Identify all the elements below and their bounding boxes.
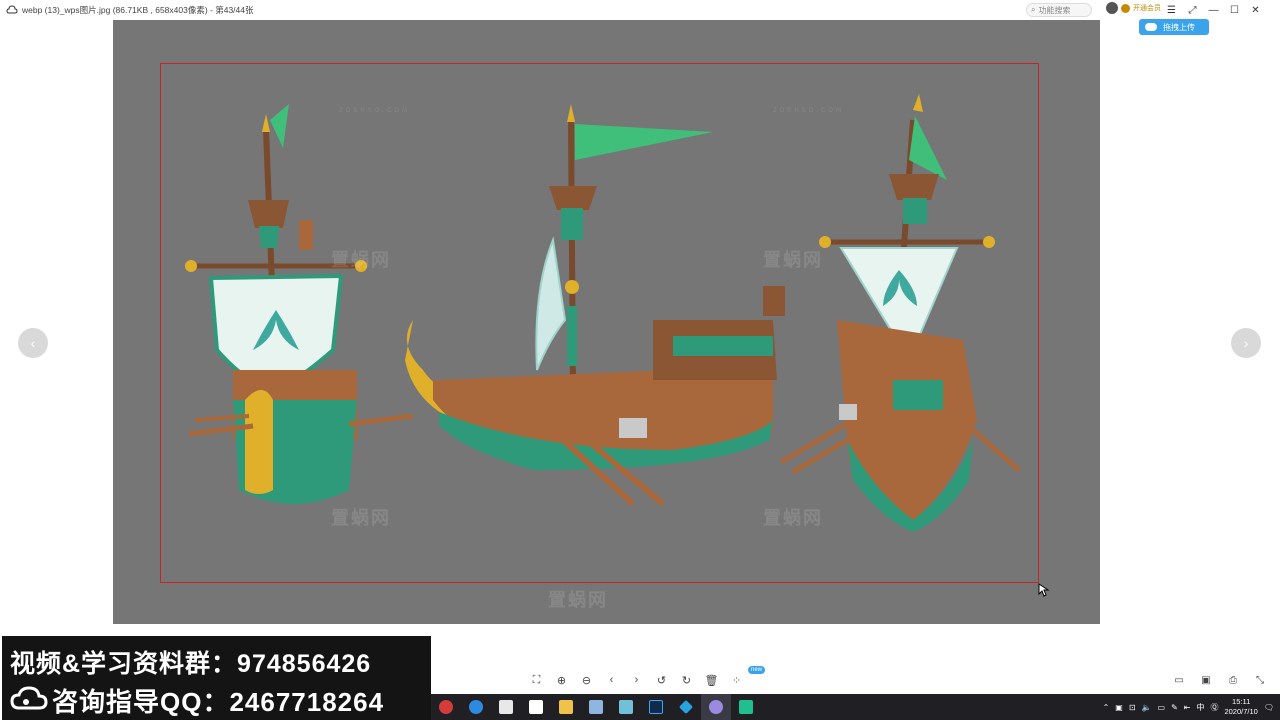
window-controls: ☰ ⤢ — ☐ ✕ xyxy=(1161,0,1266,20)
fit-screen-icon[interactable]: ⛶ xyxy=(526,670,547,690)
cloud-icon xyxy=(10,686,48,710)
tray-app-icon[interactable]: ▣ xyxy=(1115,703,1123,712)
upload-label: 拖拽上传 xyxy=(1163,22,1195,32)
drag-upload-button[interactable]: 拖拽上传 xyxy=(1139,19,1209,35)
close-icon[interactable]: ✕ xyxy=(1245,0,1266,20)
thumbnail-icon[interactable]: ▭ xyxy=(1168,670,1190,690)
viewer-toolbar: ⛶ ⊕ ⊖ ‹ › ↺ ↻ 🗑 ⁘ xyxy=(526,670,747,690)
new-badge: new xyxy=(748,666,766,674)
feature-search-input[interactable]: ⌕ 功能搜索 xyxy=(1026,3,1092,17)
network-app-icon[interactable] xyxy=(581,694,611,720)
previous-icon[interactable]: ‹ xyxy=(601,670,622,690)
tray-q-icon[interactable]: Ⓠ xyxy=(1210,702,1218,713)
tray-up-arrow-icon[interactable]: ⌃ xyxy=(1103,703,1110,712)
maximize-icon[interactable]: ☐ xyxy=(1224,0,1245,20)
clock-date: 2020/7/10 xyxy=(1224,707,1258,716)
minimize-icon[interactable]: — xyxy=(1203,0,1224,20)
pycharm-icon[interactable] xyxy=(731,694,761,720)
taskbar: ⌃ ▣ ⊡ 🔈 ▭ ✎ ⇤ 中 Ⓠ 15:11 2020/7/10 🗨 xyxy=(431,694,1280,720)
ime-indicator[interactable]: 中 xyxy=(1196,702,1204,713)
previous-image-button[interactable]: ‹ xyxy=(18,328,48,358)
image-app-icon[interactable] xyxy=(491,694,521,720)
system-tray: ⌃ ▣ ⊡ 🔈 ▭ ✎ ⇤ 中 Ⓠ 15:11 2020/7/10 🗨 xyxy=(1103,694,1280,720)
search-icon: ⌕ xyxy=(1031,5,1036,14)
watermark: 置蜗网 xyxy=(763,250,823,270)
promo-line-group: 视频&学习资料群：974856426 xyxy=(10,650,372,678)
user-area[interactable]: 开通会员 xyxy=(1106,2,1161,14)
watermark-sub: ZOSHSO.COM xyxy=(773,108,845,114)
promo-line-qq: 咨询指导QQ：2467718264 xyxy=(52,687,385,717)
zoom-out-icon[interactable]: ⊖ xyxy=(576,670,597,690)
promo-overlay: 视频&学习资料群：974856426 咨询指导QQ：2467718264 xyxy=(2,636,431,720)
notification-icon[interactable]: 🗨 xyxy=(1264,703,1274,712)
active-app-icon[interactable] xyxy=(701,694,731,720)
right-tools: ▭ ▣ ⎙ ⤡ xyxy=(1168,670,1271,690)
blue-app-icon[interactable] xyxy=(671,694,701,720)
rotate-left-icon[interactable]: ↺ xyxy=(651,670,672,690)
pen-icon[interactable]: ✎ xyxy=(1171,703,1178,712)
browser-icon[interactable] xyxy=(461,694,491,720)
avatar[interactable] xyxy=(1106,2,1118,14)
vip-icon xyxy=(1121,3,1130,13)
image-viewer-window: webp (13)_wps图片.jpg (86.71KB , 658x403像素… xyxy=(0,0,1280,720)
save-icon[interactable]: ▣ xyxy=(1195,670,1217,690)
folder-icon[interactable] xyxy=(551,694,581,720)
document-icon[interactable] xyxy=(521,694,551,720)
watermark: 置蜗网 xyxy=(548,590,608,610)
watermark-sub: ZOSHSO.COM xyxy=(339,108,411,114)
tray-arrow-icon[interactable]: ⇤ xyxy=(1184,703,1191,712)
watermark: 置蜗网 xyxy=(763,508,823,528)
watermark: 置蜗网 xyxy=(331,508,391,528)
selection-rectangle[interactable] xyxy=(160,63,1039,583)
notes-app-icon[interactable] xyxy=(611,694,641,720)
cloud-app-icon xyxy=(6,5,18,14)
menu-icon[interactable]: ☰ xyxy=(1161,0,1182,20)
next-icon[interactable]: › xyxy=(626,670,647,690)
volume-icon[interactable]: 🔈 xyxy=(1142,703,1152,712)
clock[interactable]: 15:11 2020/7/10 xyxy=(1224,697,1257,717)
clock-time: 15:11 xyxy=(1232,697,1251,706)
fullscreen-icon[interactable]: ⤢ xyxy=(1182,0,1203,20)
rotate-right-icon[interactable]: ↻ xyxy=(676,670,697,690)
window-title: webp (13)_wps图片.jpg (86.71KB , 658x403像素… xyxy=(22,5,254,15)
resize-cursor-icon xyxy=(1038,583,1050,597)
more-apps-icon[interactable]: ⁘ xyxy=(726,670,747,690)
fullscreen-view-icon[interactable]: ⤡ xyxy=(1249,670,1271,690)
photoshop-icon[interactable] xyxy=(641,694,671,720)
delete-icon[interactable]: 🗑 xyxy=(701,670,722,690)
image-canvas[interactable]: 置蜗网 置蜗网 置蜗网 置蜗网 置蜗网 ZOSHSO.COM ZOSHSO.CO… xyxy=(113,20,1100,624)
network-icon[interactable]: ⊡ xyxy=(1129,703,1136,712)
watermark: 置蜗网 xyxy=(331,250,391,270)
print-icon[interactable]: ⎙ xyxy=(1222,670,1244,690)
app-s-icon[interactable] xyxy=(431,694,461,720)
search-placeholder: 功能搜索 xyxy=(1038,5,1071,15)
next-image-button[interactable]: › xyxy=(1231,328,1261,358)
upload-cloud-icon xyxy=(1145,23,1157,31)
zoom-in-icon[interactable]: ⊕ xyxy=(551,670,572,690)
vip-label[interactable]: 开通会员 xyxy=(1133,3,1161,13)
battery-icon[interactable]: ▭ xyxy=(1158,703,1166,712)
